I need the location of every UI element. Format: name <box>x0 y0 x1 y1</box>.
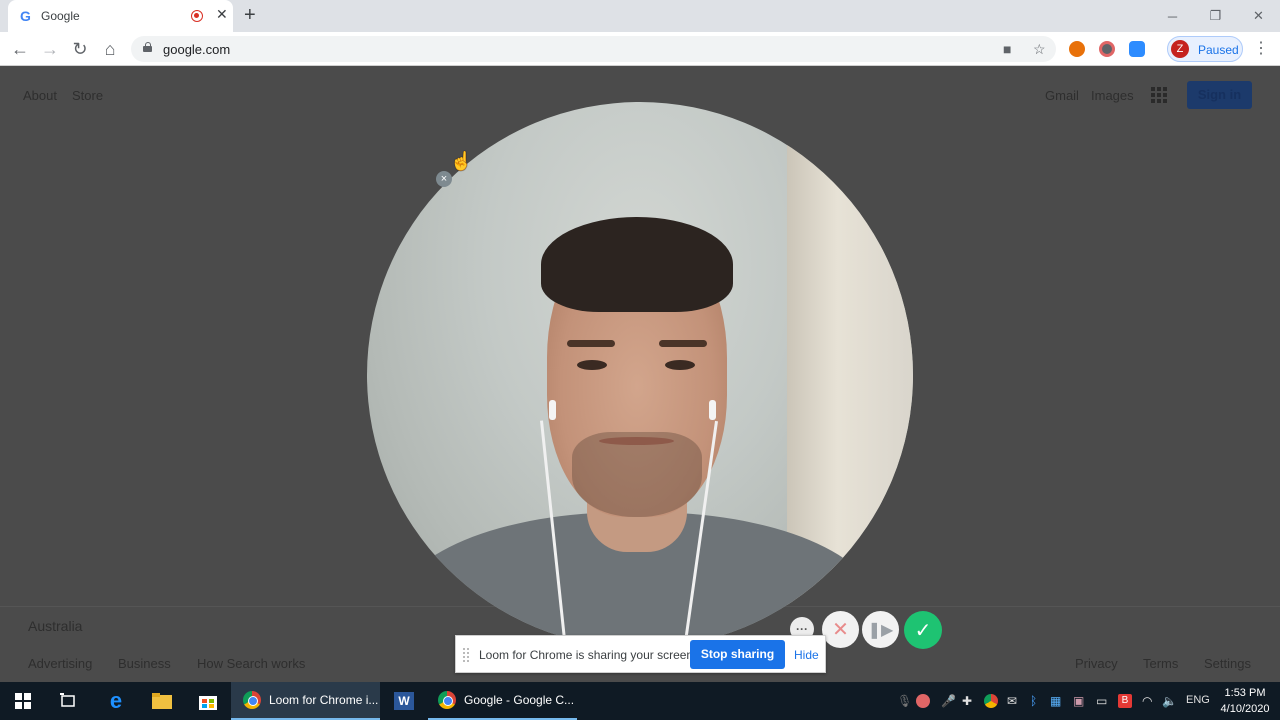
advertising-link[interactable]: Advertising <box>28 656 92 671</box>
windows-start-icon[interactable] <box>0 682 46 720</box>
profile-button[interactable]: Z Paused <box>1167 36 1243 62</box>
tray-message-icon[interactable]: ✉ <box>1007 694 1017 708</box>
extension-b-icon[interactable] <box>1069 41 1085 57</box>
avatar: Z <box>1171 40 1189 58</box>
clock-date: 4/10/2020 <box>1220 703 1270 715</box>
url-text: google.com <box>163 42 231 57</box>
webcam-person-brow <box>659 340 707 347</box>
earbud-icon <box>549 400 556 420</box>
google-favicon-icon: G <box>20 8 31 24</box>
address-bar[interactable]: google.com ■ ☆ <box>131 36 1056 62</box>
finish-recording-button[interactable]: ✓ <box>904 611 942 649</box>
close-window-button[interactable]: ✕ <box>1237 0 1280 32</box>
taskbar-app-loom[interactable]: Loom for Chrome i... <box>231 682 380 720</box>
sign-in-button[interactable]: Sign in <box>1187 81 1252 109</box>
earbud-icon <box>709 400 716 420</box>
webcam-person-brow <box>567 340 615 347</box>
file-explorer-icon[interactable] <box>140 682 184 720</box>
profile-status: Paused <box>1198 43 1239 57</box>
tab-title: Google <box>41 9 80 23</box>
clock[interactable]: 1:53 PM 4/10/2020 <box>1215 685 1275 717</box>
browser-toolbar: ← → ↻ ⌂ google.com ■ ☆ Z Paused ⋮ <box>0 32 1280 66</box>
chrome-tray-icon[interactable] <box>984 694 998 708</box>
webcam-person-mouth <box>599 437 674 445</box>
hide-link[interactable]: Hide <box>794 648 819 662</box>
restore-button[interactable]: ❐ <box>1194 0 1237 32</box>
stop-sharing-button[interactable]: Stop sharing <box>690 640 785 669</box>
windows-taskbar: e Loom for Chrome i... W Google - Google… <box>0 682 1280 720</box>
cancel-recording-button[interactable]: ✕ <box>822 611 859 648</box>
back-icon[interactable]: ← <box>8 37 32 61</box>
webcam-person-hair <box>541 217 733 312</box>
browser-menu-icon[interactable]: ⋮ <box>1253 38 1269 58</box>
country-label: Australia <box>28 618 83 634</box>
tab-strip: G Google ✕ + ─ ❐ ✕ <box>0 0 1280 32</box>
zoom-extension-icon[interactable] <box>1129 41 1145 57</box>
tray-b-icon[interactable]: B <box>1118 694 1132 708</box>
forward-icon[interactable]: → <box>38 37 62 61</box>
network-app-icon[interactable]: ▦ <box>1050 694 1061 708</box>
bluetooth-icon[interactable]: ᛒ <box>1030 694 1037 708</box>
loom-extension-icon[interactable] <box>1099 41 1115 57</box>
battery-icon[interactable]: ▭ <box>1096 694 1107 708</box>
how-search-works-link[interactable]: How Search works <box>197 656 305 671</box>
taskbar-app-label: Loom for Chrome i... <box>269 693 379 707</box>
bookmark-star-icon[interactable]: ☆ <box>1033 41 1046 58</box>
chrome-icon <box>438 691 456 709</box>
webcam-person-eye <box>577 360 607 370</box>
privacy-link[interactable]: Privacy <box>1075 656 1118 671</box>
recording-indicator-icon <box>191 10 203 22</box>
tab-google[interactable]: G Google ✕ <box>8 0 233 32</box>
reload-icon[interactable]: ↻ <box>68 37 92 61</box>
language-indicator[interactable]: ENG <box>1186 694 1210 706</box>
home-icon[interactable]: ⌂ <box>98 37 122 61</box>
drag-handle-icon[interactable] <box>463 648 469 662</box>
close-bubble-button[interactable]: × <box>436 171 452 187</box>
tray-app-icon[interactable]: ▣ <box>1073 694 1084 708</box>
minimize-button[interactable]: ─ <box>1151 0 1194 32</box>
about-link[interactable]: About <box>23 88 57 103</box>
camera-icon[interactable]: ■ <box>1003 41 1011 57</box>
screen-sharing-bar: Loom for Chrome is sharing your screen. … <box>455 635 826 673</box>
edge-icon[interactable]: e <box>94 682 138 720</box>
google-apps-icon[interactable] <box>1151 87 1167 103</box>
mic-tray-icon[interactable]: 🎤 <box>941 694 956 708</box>
volume-icon[interactable]: 🔈 <box>1162 694 1177 708</box>
store-link[interactable]: Store <box>72 88 103 103</box>
task-view-icon[interactable] <box>46 682 90 720</box>
pause-recording-button[interactable]: ❚▶ <box>862 611 899 648</box>
settings-link[interactable]: Settings <box>1204 656 1251 671</box>
images-link[interactable]: Images <box>1091 88 1134 103</box>
store-icon[interactable] <box>186 682 230 720</box>
business-link[interactable]: Business <box>118 656 171 671</box>
clock-time: 1:53 PM <box>1224 687 1266 699</box>
hand-cursor-icon: ☝ <box>450 151 473 171</box>
microphone-tray-icon[interactable]: 🎙 <box>897 694 912 708</box>
security-tray-icon[interactable]: ✚ <box>962 694 972 708</box>
window-controls: ─ ❐ ✕ <box>1151 0 1280 32</box>
lock-icon <box>143 42 152 52</box>
chrome-icon <box>243 691 261 709</box>
taskbar-app-label: Google - Google C... <box>464 693 575 707</box>
new-tab-button[interactable]: + <box>244 4 256 27</box>
terms-link[interactable]: Terms <box>1143 656 1178 671</box>
loom-tray-icon[interactable] <box>916 694 930 708</box>
webcam-person-eye <box>665 360 695 370</box>
taskbar-app-google-chrome[interactable]: Google - Google C... <box>428 682 577 720</box>
gmail-link[interactable]: Gmail <box>1045 88 1079 103</box>
tab-close-icon[interactable]: ✕ <box>216 6 228 23</box>
sharing-message: Loom for Chrome is sharing your screen. <box>479 648 697 662</box>
word-icon[interactable]: W <box>382 682 426 720</box>
wifi-icon[interactable]: ◠ <box>1142 694 1152 708</box>
